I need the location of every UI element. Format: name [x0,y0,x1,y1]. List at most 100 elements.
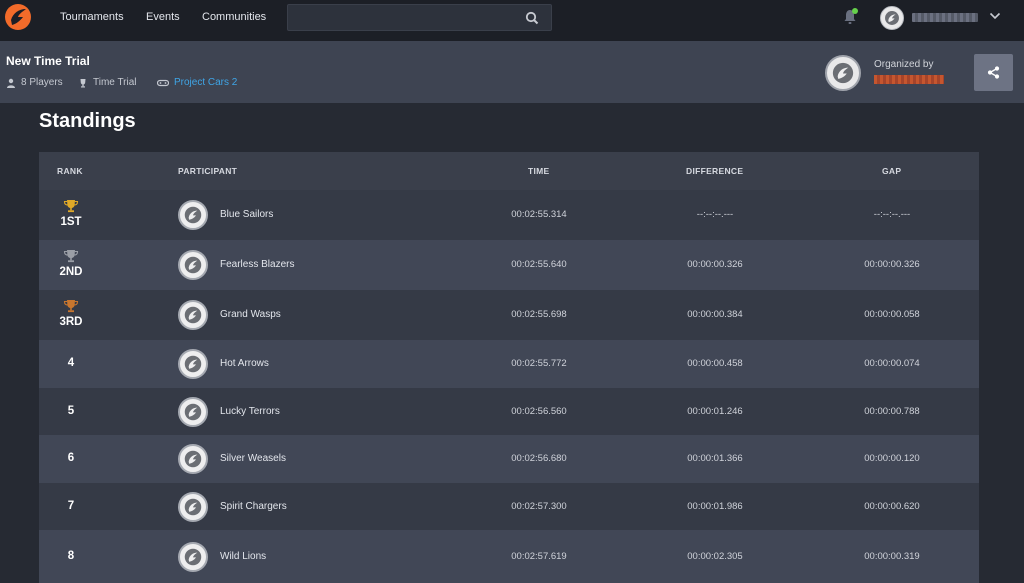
chevron-down-icon[interactable] [989,12,1001,20]
participant-avatar[interactable] [178,541,208,572]
difference-cell: 00:00:00.458 [687,358,743,369]
avatar-logo-icon [184,355,202,373]
search-icon[interactable] [525,11,539,25]
participant-name[interactable]: Hot Arrows [220,358,269,369]
silver-trophy-icon [63,250,79,263]
tournament-format: Time Trial [78,77,137,88]
user-avatar[interactable] [880,6,904,30]
table-row: 3RD Grand Wasps 00:02:55.698 00:00:00.384 00… [39,290,979,340]
format-label: Time Trial [93,77,137,88]
table-row: 4 Hot Arrows 00:02:55.772 00:00:00.458 00:00… [39,340,979,388]
participant-avatar[interactable] [178,444,208,474]
tournament-header: New Time Trial 8 Players Time Trial Proj… [0,41,1024,103]
bronze-trophy-icon [63,300,79,313]
rank-label: 2ND [59,266,83,278]
participant-avatar[interactable] [178,250,208,280]
difference-cell: 00:00:00.384 [687,309,743,320]
rank-label: 8 [67,549,75,562]
gamepad-icon [157,79,169,86]
gap-cell: 00:00:00.788 [864,405,920,417]
gold-trophy-icon [63,200,79,213]
rank-label: 4 [67,357,75,369]
share-icon [987,66,1000,79]
avatar-logo-icon [184,548,202,565]
time-cell: 00:02:56.560 [511,405,567,417]
time-cell: 00:02:57.300 [511,500,567,512]
column-header-gap: GAP [882,166,902,176]
time-cell: 00:02:55.314 [511,209,567,220]
avatar-logo-icon [832,62,854,84]
rank-label: 3RD [59,316,83,328]
rank-label: 6 [67,452,75,464]
participant-name[interactable]: Grand Wasps [220,309,281,320]
participant-name[interactable]: Spirit Chargers [220,501,287,512]
column-header-difference: DIFFERENCE [686,166,744,176]
time-cell: 00:02:55.698 [511,309,567,320]
tournament-game[interactable]: Project Cars 2 [157,77,237,88]
participant-avatar[interactable] [178,396,208,427]
players-count: 8 Players [6,77,63,88]
table-row: 5 Lucky Terrors 00:02:56.560 00:00:01.246 00… [39,388,979,435]
game-link[interactable]: Project Cars 2 [174,77,237,88]
difference-cell: 00:00:01.986 [687,500,743,512]
participant-name[interactable]: Wild Lions [220,551,266,562]
search-input[interactable] [287,4,552,31]
rank-label: 7 [67,499,75,512]
participant-name[interactable]: Fearless Blazers [220,259,294,270]
top-nav: Tournaments Events Communities xxxxxxxxx… [0,0,1024,41]
user-icon [7,78,15,88]
difference-cell: 00:00:02.305 [687,550,743,562]
participant-name[interactable]: Silver Weasels [220,453,286,464]
gap-cell: 00:00:00.326 [864,259,920,270]
difference-cell: 00:00:01.246 [687,405,743,417]
share-button[interactable] [974,54,1013,91]
table-row: 1ST Blue Sailors 00:02:55.314 --:--:--.--- -… [39,190,979,240]
user-name[interactable]: xxxxxxxxxx [912,13,978,22]
logo-icon[interactable] [4,3,32,31]
participant-avatar[interactable] [178,349,208,379]
rank-label: 5 [67,404,75,417]
difference-cell: 00:00:00.326 [687,259,743,270]
column-header-rank: RANK [57,166,83,176]
notification-dot [852,8,858,14]
time-cell: 00:02:55.640 [511,259,567,270]
table-row: 8 Wild Lions 00:02:57.619 00:00:02.305 00:00… [39,530,979,583]
participant-avatar[interactable] [178,491,208,522]
time-cell: 00:02:55.772 [511,358,567,369]
participant-avatar[interactable] [178,300,208,330]
rank-label: 1ST [60,216,82,228]
gap-cell: --:--:--.--- [873,209,911,220]
avatar-logo-icon [184,256,202,274]
trophy-icon [80,78,86,87]
avatar-logo-icon [885,11,899,25]
table-row: 2ND Fearless Blazers 00:02:55.640 00:00:00.… [39,240,979,290]
table-header: RANK PARTICIPANT TIME DIFFERENCE GAP [39,152,979,190]
nav-link-events[interactable]: Events [146,11,180,23]
standings-title: Standings [39,110,136,132]
standings-table: RANK PARTICIPANT TIME DIFFERENCE GAP 1ST… [39,152,979,583]
organizer-avatar[interactable] [825,55,861,91]
participant-name[interactable]: Blue Sailors [220,209,273,220]
column-header-time: TIME [528,166,550,176]
avatar-logo-icon [184,206,202,224]
avatar-logo-icon [184,498,202,515]
avatar-logo-icon [184,450,202,468]
gap-cell: 00:00:00.074 [864,358,920,369]
table-row: 7 Spirit Chargers 00:02:57.300 00:00:01.986… [39,483,979,530]
difference-cell: 00:00:01.366 [687,453,743,464]
gap-cell: 00:00:00.120 [864,453,920,464]
participant-avatar[interactable] [178,200,208,230]
organized-by-label: Organized by [874,59,934,70]
participant-name[interactable]: Lucky Terrors [220,406,280,417]
players-label: 8 Players [21,77,63,88]
gap-cell: 00:00:00.620 [864,500,920,512]
nav-link-communities[interactable]: Communities [202,11,266,23]
gap-cell: 00:00:00.319 [864,550,920,562]
difference-cell: --:--:--.--- [696,209,734,220]
nav-link-tournaments[interactable]: Tournaments [60,11,124,23]
avatar-logo-icon [184,306,202,324]
tournament-title: New Time Trial [6,54,90,68]
time-cell: 00:02:57.619 [511,550,567,562]
organizer-name[interactable]: xxxxxxxxxxx [874,75,944,84]
avatar-logo-icon [184,403,202,420]
